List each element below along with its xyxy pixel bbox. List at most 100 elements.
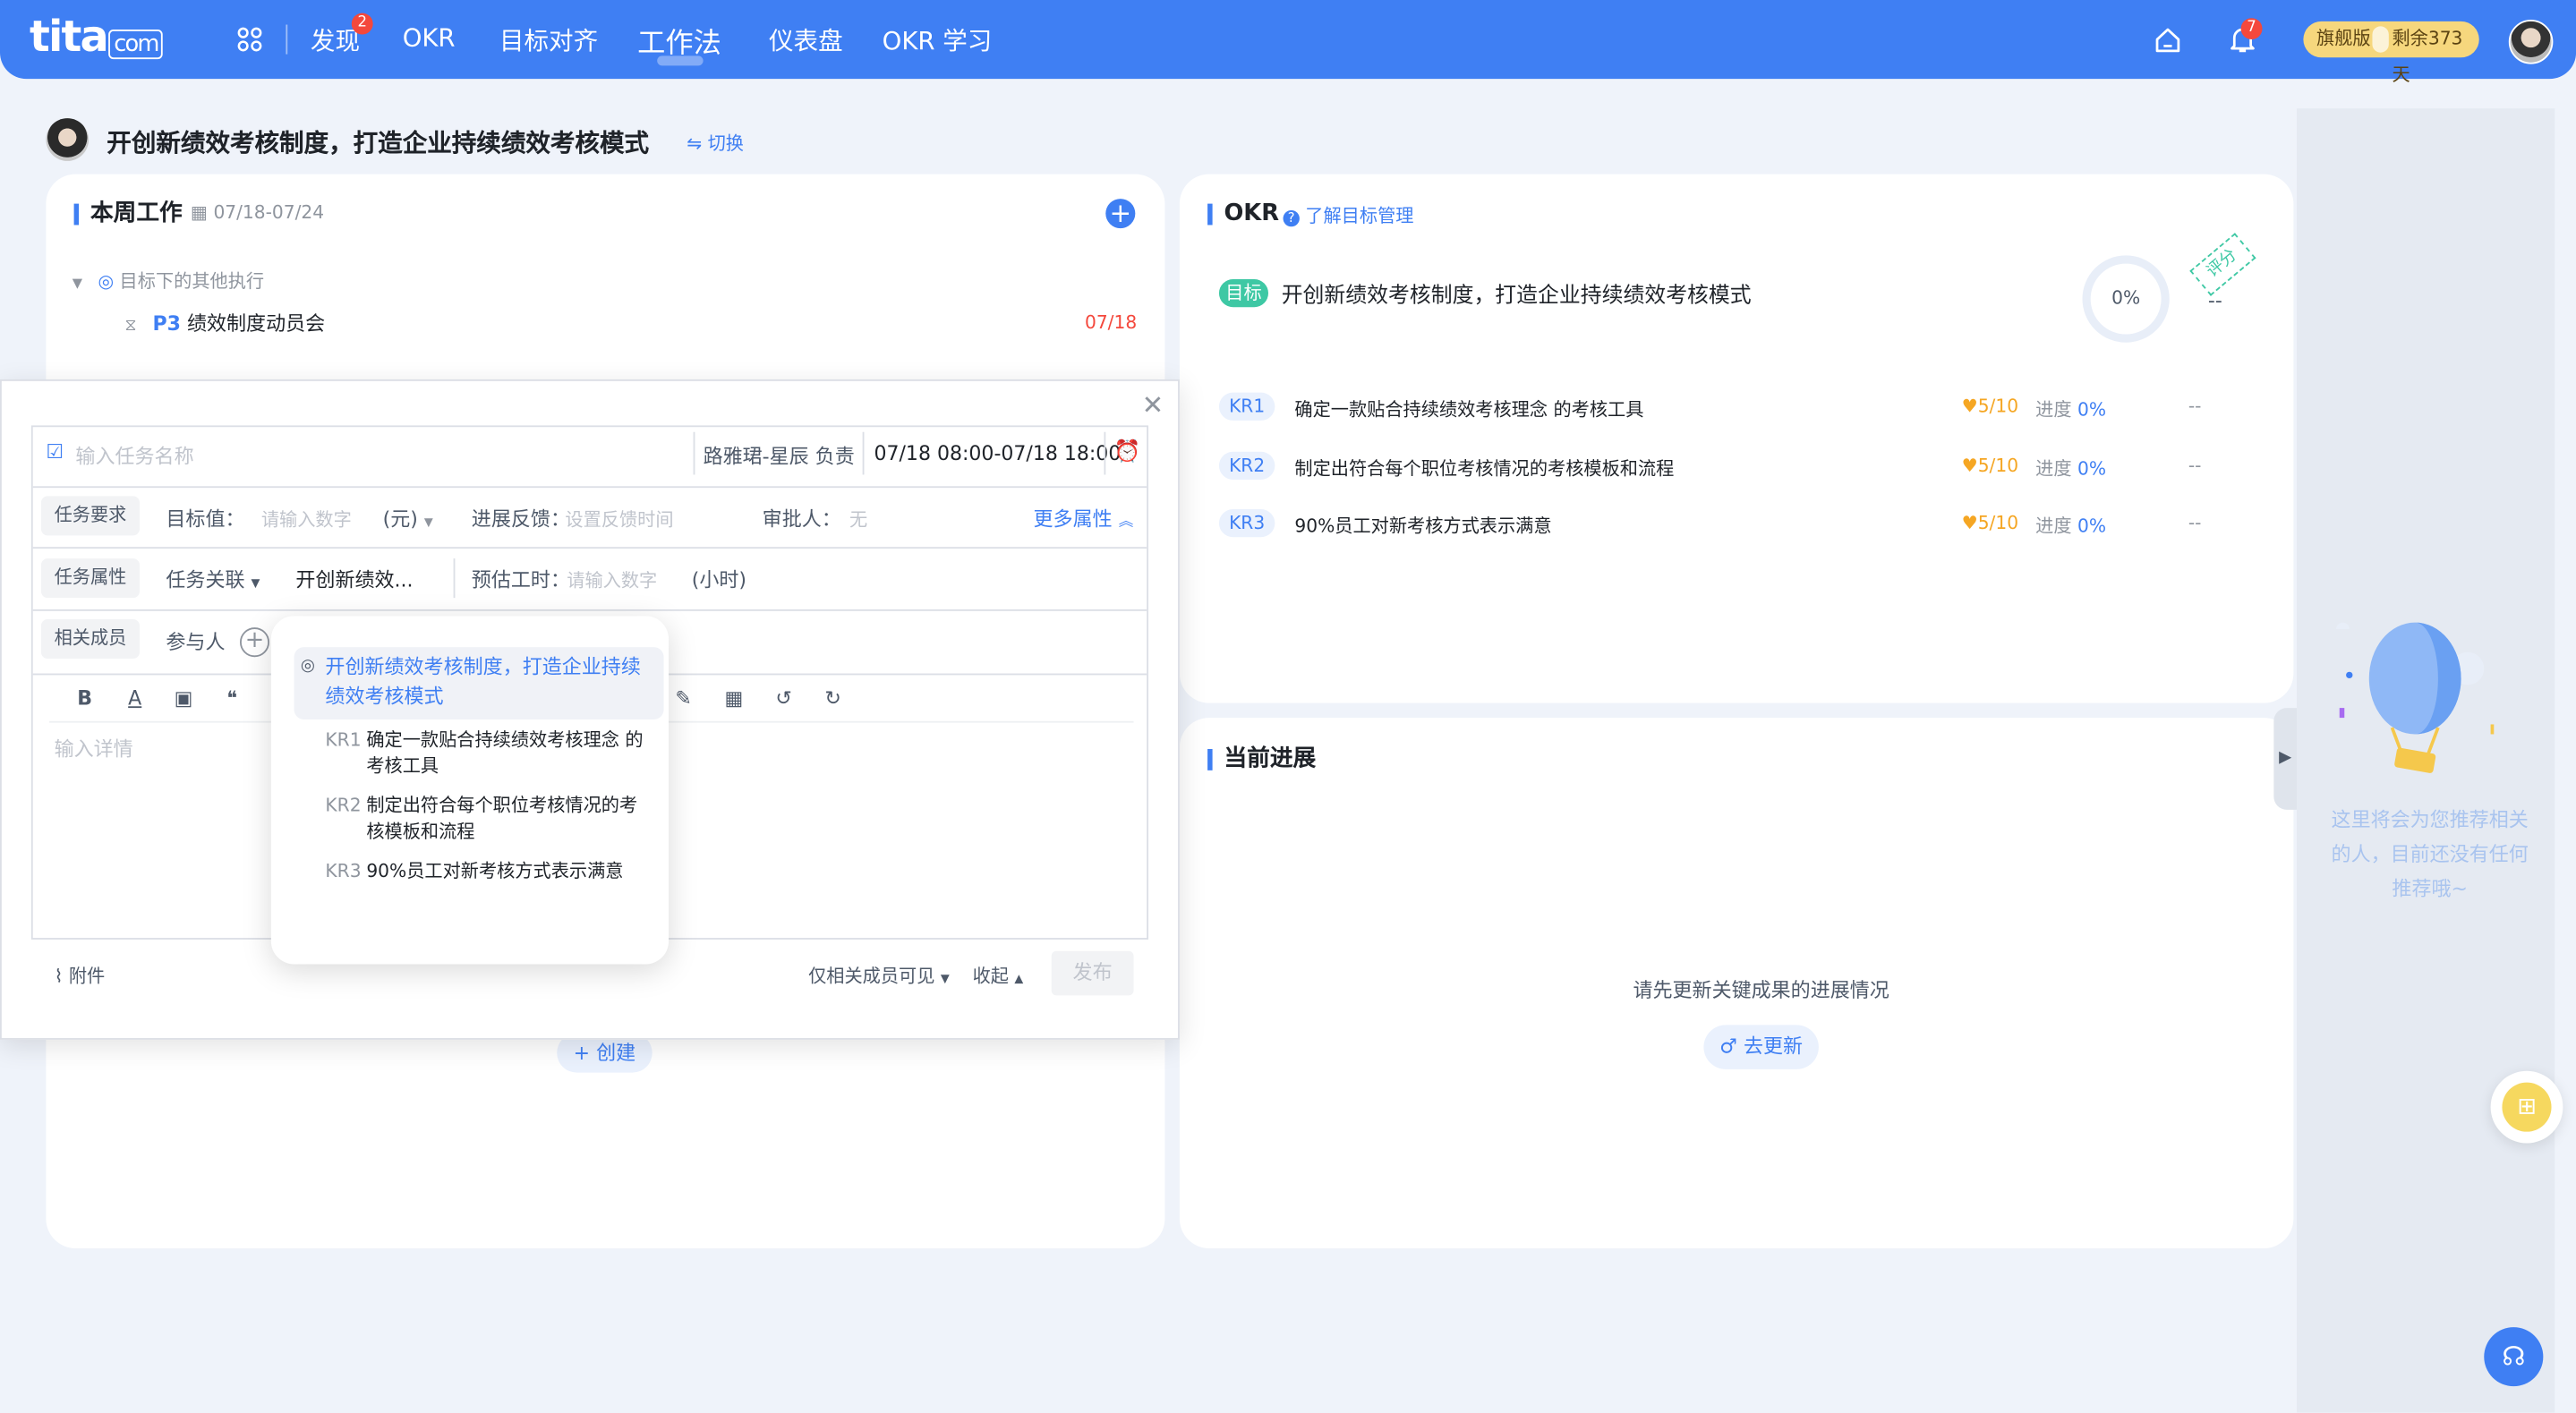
task-relation-value[interactable]: 开创新绩效...	[295, 565, 413, 592]
close-icon[interactable]: ✕	[1142, 389, 1164, 421]
plan-remaining: 剩余373天	[2392, 28, 2463, 86]
task-relation-dropdown: ◎ 开创新绩效考核制度，打造企业持续绩效考核模式 KR1 确定一款贴合持续绩效考…	[270, 616, 670, 965]
kr-score: --	[2188, 455, 2202, 477]
table-icon[interactable]: ▦	[724, 686, 743, 710]
headset-icon: ☊	[2502, 1340, 2526, 1372]
org-chart-float-button[interactable]: ⊞	[2490, 1070, 2563, 1144]
discover-badge: 2	[351, 13, 373, 35]
font-color-icon[interactable]: A	[128, 686, 141, 710]
task-due-date: 07/18	[1084, 311, 1138, 334]
okr-card: OKR ? 了解目标管理 目标 开创新绩效考核制度，打造企业持续绩效考核模式 0…	[1179, 174, 2294, 703]
task-time-range[interactable]: 07/18 08:00-07/18 18:00	[874, 442, 1121, 465]
kr-text[interactable]: 制定出符合每个职位考核情况的考核模板和流程	[1294, 455, 1674, 481]
kr-progress: 进度 0%	[2035, 515, 2107, 538]
task-name-input[interactable]: 输入任务名称	[75, 442, 683, 470]
unit-select[interactable]: (元) ▼	[383, 504, 433, 532]
kr-score: --	[2188, 512, 2202, 534]
field-divider	[1104, 431, 1106, 475]
dropdown-objective-option[interactable]: ◎ 开创新绩效考核制度，打造企业持续绩效考核模式	[294, 647, 664, 719]
update-icon: ♂	[1719, 1034, 1737, 1059]
weekly-date-range: ▦ 07/18-07/24	[190, 201, 325, 224]
go-update-button[interactable]: ♂ 去更新	[1703, 1025, 1819, 1069]
add-participant-icon[interactable]: +	[239, 627, 270, 658]
target-value-input[interactable]: 请输入数字	[261, 506, 352, 532]
approver-label: 审批人：	[762, 507, 841, 531]
task-detail-editor[interactable]: 输入详情	[55, 734, 133, 762]
feedback-time-input[interactable]: 设置反馈时间	[565, 506, 673, 532]
score-stamp[interactable]: 评分	[2189, 233, 2256, 296]
task-relation-select[interactable]: 任务关联 ▼	[166, 565, 260, 592]
customer-service-button[interactable]: ☊	[2484, 1327, 2544, 1387]
heart-icon: ♥	[1961, 455, 1978, 477]
task-requirement-chip: 任务要求	[40, 496, 141, 536]
bell-badge: 7	[2240, 18, 2263, 40]
home-icon[interactable]	[2154, 26, 2181, 61]
progress-empty-text: 请先更新关键成果的进展情况	[1633, 978, 1889, 1002]
row-divider	[32, 486, 1147, 489]
apps-grid-icon[interactable]	[236, 26, 262, 52]
chevron-up-icon: ▲	[1014, 972, 1024, 986]
task-name: 绩效制度动员会	[186, 311, 326, 336]
balloon-illustration-icon	[2326, 609, 2507, 790]
top-nav-bar: tita com 发现 2 OKR 目标对齐 工作法 仪表盘 OKR 学习 7 旗…	[0, 0, 2576, 85]
kr-confidence: ♥5/10	[1961, 455, 2019, 477]
kr-text[interactable]: 确定一款贴合持续绩效考核理念 的考核工具	[1294, 396, 1643, 421]
estimated-hours-input[interactable]: 请输入数字	[567, 566, 657, 592]
quote-icon[interactable]: ❝	[226, 686, 237, 710]
publish-button[interactable]: 发布	[1051, 950, 1134, 996]
visibility-select[interactable]: 仅相关成员可见 ▼	[808, 963, 950, 989]
task-owner[interactable]: 路雅珺-星辰 负责	[704, 442, 855, 470]
alarm-clock-icon[interactable]: ⏰	[1113, 440, 1140, 465]
learn-okr-link[interactable]: ? 了解目标管理	[1283, 202, 1413, 228]
field-divider	[862, 431, 865, 475]
target-icon: ◎	[300, 657, 315, 676]
switch-icon: ⇋	[687, 132, 703, 155]
plan-divider	[2372, 26, 2389, 53]
nav-dashboard[interactable]: 仪表盘	[769, 23, 843, 58]
more-attributes-link[interactable]: 更多属性 ︽	[1034, 504, 1134, 532]
heart-icon: ♥	[1961, 396, 1978, 418]
task-group-header[interactable]: ▼ ◎ 目标下的其他执行	[73, 268, 264, 294]
kr-tag: KR3	[1218, 509, 1275, 538]
eraser-icon[interactable]: ✎	[675, 686, 691, 710]
related-members-chip: 相关成员	[40, 618, 141, 660]
bold-icon[interactable]: B	[77, 686, 92, 710]
attachment-button[interactable]: ⌇ 附件	[55, 963, 106, 989]
kr-text[interactable]: 90%员工对新考核方式表示满意	[1294, 513, 1551, 539]
participant-label: 参与人	[166, 630, 226, 654]
collapse-button[interactable]: 收起 ▲	[973, 963, 1024, 989]
feedback-label: 进展反馈：	[471, 507, 570, 531]
estimated-hours-label: 预估工时：	[471, 568, 570, 592]
kr-progress: 进度 0%	[2035, 458, 2107, 480]
nav-okr[interactable]: OKR	[403, 23, 456, 53]
image-icon[interactable]: ▣	[175, 686, 193, 710]
redo-icon[interactable]: ↻	[824, 686, 840, 710]
undo-icon[interactable]: ↺	[775, 686, 791, 710]
nav-active-indicator	[657, 55, 704, 66]
field-divider	[693, 431, 695, 475]
user-avatar[interactable]	[2508, 20, 2554, 64]
objective-title[interactable]: 开创新绩效考核制度，打造企业持续绩效考核模式	[1282, 277, 1752, 310]
approver-value[interactable]: 无	[849, 506, 867, 532]
nav-okr-learning[interactable]: OKR 学习	[883, 23, 993, 58]
objective-progress-value: 0%	[2111, 287, 2141, 310]
kr-tag: KR2	[1218, 451, 1275, 480]
nav-alignment[interactable]: 目标对齐	[499, 23, 598, 58]
nav-workflow[interactable]: 工作法	[637, 20, 721, 61]
sidebar-collapse-toggle[interactable]: ▶	[2273, 708, 2298, 810]
kr-confidence: ♥5/10	[1961, 396, 2019, 418]
okr-title: OKR	[1207, 202, 1279, 226]
objective-score: --	[2207, 289, 2222, 312]
switch-objective-link[interactable]: ⇋ 切换	[687, 130, 744, 156]
weekly-title: 本周工作	[73, 202, 183, 226]
tita-logo[interactable]: tita com	[30, 13, 164, 63]
plan-badge[interactable]: 旗舰版 剩余373天	[2303, 21, 2479, 85]
caret-down-icon: ▼	[251, 576, 260, 590]
org-chart-icon: ⊞	[2502, 1082, 2552, 1132]
field-divider	[453, 558, 456, 599]
sidebar-empty-text: 这里将会为您推荐相关的人，目前还没有任何推荐哦~	[2331, 808, 2529, 900]
task-row[interactable]: ⧖ P3 绩效制度动员会 07/18	[124, 309, 1143, 338]
collapse-caret-icon: ▼	[72, 276, 83, 291]
add-task-button[interactable]: +	[1105, 199, 1136, 229]
kr-tag: KR1	[1218, 392, 1275, 421]
